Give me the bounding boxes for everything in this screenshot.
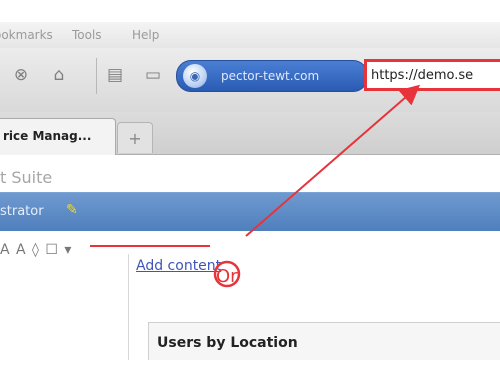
user-bar: strator ✎ (0, 192, 500, 231)
globe-icon: ◉ (183, 64, 207, 88)
tab-label: rice Manag... (3, 129, 92, 143)
user-label[interactable]: strator (0, 204, 44, 219)
column-divider (128, 254, 129, 360)
home-icon[interactable]: ⌂ (46, 62, 72, 88)
panel-title: Users by Location (157, 335, 298, 351)
menu-help[interactable]: Help (132, 28, 159, 42)
edit-toolbar[interactable]: A A ◊ ☐ ▾ (0, 242, 72, 258)
site-identity-button[interactable]: ◉ pector-tewt.com (176, 60, 368, 92)
add-content-link[interactable]: Add content (136, 258, 221, 274)
screen-icon[interactable]: ▭ (140, 62, 166, 88)
print-icon[interactable]: ▤ (102, 62, 128, 88)
tab-service-management[interactable]: rice Manag... (0, 118, 116, 155)
url-bar[interactable]: https://demo.se (364, 59, 500, 91)
users-by-location-panel: Users by Location (148, 322, 500, 360)
toolbar-separator (96, 58, 97, 94)
page-title: t Suite (0, 168, 53, 187)
navigation-toolbar: ⊗ ⌂ ▤ ▭ ◉ pector-tewt.com https://demo.s… (0, 48, 500, 113)
key-icon: ✎ (66, 202, 78, 218)
url-text[interactable]: https://demo.se (371, 68, 473, 83)
site-identity-text: pector-tewt.com (221, 69, 320, 83)
stop-icon[interactable]: ⊗ (8, 62, 34, 88)
menu-tools[interactable]: Tools (72, 28, 102, 42)
browser-window: ookmarks Tools Help ⊗ ⌂ ▤ ▭ ◉ pector-tew… (0, 22, 500, 360)
menu-bookmarks[interactable]: ookmarks (0, 28, 53, 42)
tab-strip: rice Manag... + (0, 112, 500, 155)
new-tab-button[interactable]: + (117, 122, 153, 153)
menu-bar: ookmarks Tools Help (0, 22, 500, 48)
